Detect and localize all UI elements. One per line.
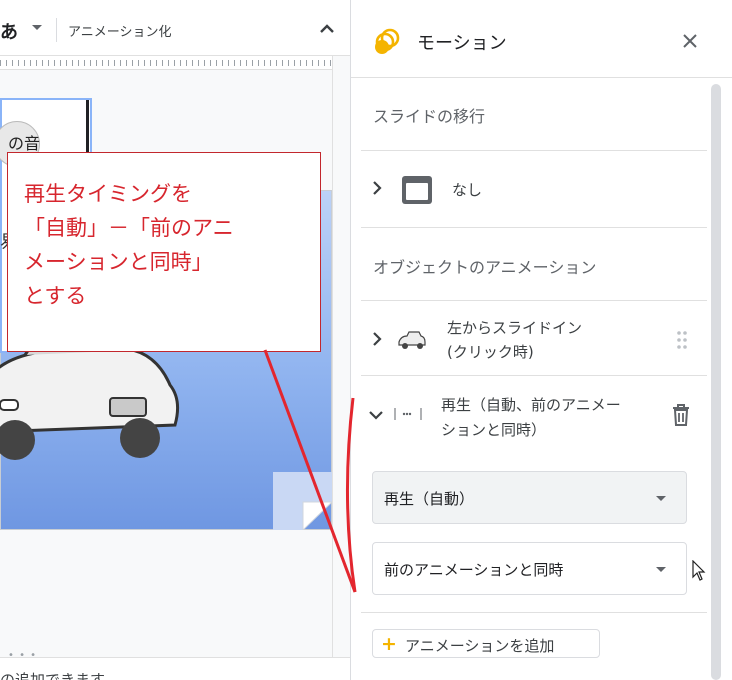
animate-button[interactable]: アニメーション化 xyxy=(68,21,171,40)
chevron-right-icon[interactable] xyxy=(372,331,382,347)
media-play-icon xyxy=(394,408,422,420)
animation-label: 再生（自動、前のアニメー xyxy=(441,396,621,414)
slide-editor: あ アニメーション化 の音 易 再生タイミングを 「自動」－「前のアニ メーショ… xyxy=(0,0,350,680)
callout-text: 再生タイミングを 「自動」－「前のアニ メーションと同時」 とする xyxy=(24,182,234,308)
slide-transition-heading: スライドの移行 xyxy=(373,107,486,126)
start-condition-select[interactable]: 再生（自動） xyxy=(372,471,687,524)
chevron-down-icon[interactable] xyxy=(368,410,384,420)
toolbar-divider xyxy=(56,18,57,42)
divider xyxy=(361,375,707,376)
font-button[interactable]: あ xyxy=(0,18,18,44)
page-curl-decoration xyxy=(273,472,332,530)
trash-icon[interactable] xyxy=(672,404,690,426)
divider xyxy=(361,227,707,228)
mouse-cursor-icon xyxy=(692,560,706,581)
divider xyxy=(361,612,707,613)
transition-value[interactable]: なし xyxy=(452,179,482,200)
motion-icon xyxy=(375,28,400,54)
car-thumbnail-icon xyxy=(398,331,426,349)
animation-item-play[interactable]: 再生（自動、前のアニメー ションと同時） xyxy=(441,393,661,443)
panel-header: モーション xyxy=(351,0,732,78)
animation-item-slide-in[interactable]: 左からスライドイン (クリック時) xyxy=(447,316,582,364)
drag-handle-icon[interactable] xyxy=(676,330,688,350)
timing-select[interactable]: 前のアニメーションと同時 xyxy=(372,542,687,595)
instruction-callout: 再生タイミングを 「自動」－「前のアニ メーションと同時」 とする xyxy=(7,152,321,352)
slide-transition-icon[interactable] xyxy=(402,176,432,204)
dropdown-arrow-icon xyxy=(656,567,666,572)
audio-label: の音 xyxy=(8,134,41,153)
motion-panel: モーション スライドの移行 なし オブジェクトのアニメーション 左からスライドイ… xyxy=(350,0,732,680)
chevron-right-icon[interactable] xyxy=(372,180,382,196)
close-icon[interactable] xyxy=(683,34,697,48)
canvas-edge xyxy=(332,56,333,668)
timing-value: 前のアニメーションと同時 xyxy=(384,561,564,579)
chevron-down-icon[interactable] xyxy=(32,25,42,30)
divider xyxy=(361,300,707,301)
object-animation-heading: オブジェクトのアニメーション xyxy=(373,258,597,277)
panel-scrollbar[interactable] xyxy=(711,84,721,680)
animation-label-cont: ションと同時） xyxy=(441,421,547,439)
divider xyxy=(361,150,707,151)
plus-icon: + xyxy=(381,633,397,655)
image-edge xyxy=(86,100,89,160)
panel-title: モーション xyxy=(417,33,507,54)
horizontal-ruler[interactable] xyxy=(0,56,332,70)
resize-handle[interactable]: • • • xyxy=(8,650,37,661)
animation-trigger: (クリック時) xyxy=(447,343,534,361)
chevron-up-icon[interactable] xyxy=(318,20,336,38)
add-animation-button[interactable]: + アニメーションを追加 xyxy=(372,629,600,658)
add-animation-label: アニメーションを追加 xyxy=(405,637,555,655)
speaker-notes-text[interactable]: の追加できます xyxy=(0,669,105,680)
start-condition-value: 再生（自動） xyxy=(384,490,475,508)
text-toolbar: あ アニメーション化 xyxy=(0,0,350,56)
animation-label: 左からスライドイン xyxy=(447,319,583,337)
dropdown-arrow-icon xyxy=(656,496,666,501)
